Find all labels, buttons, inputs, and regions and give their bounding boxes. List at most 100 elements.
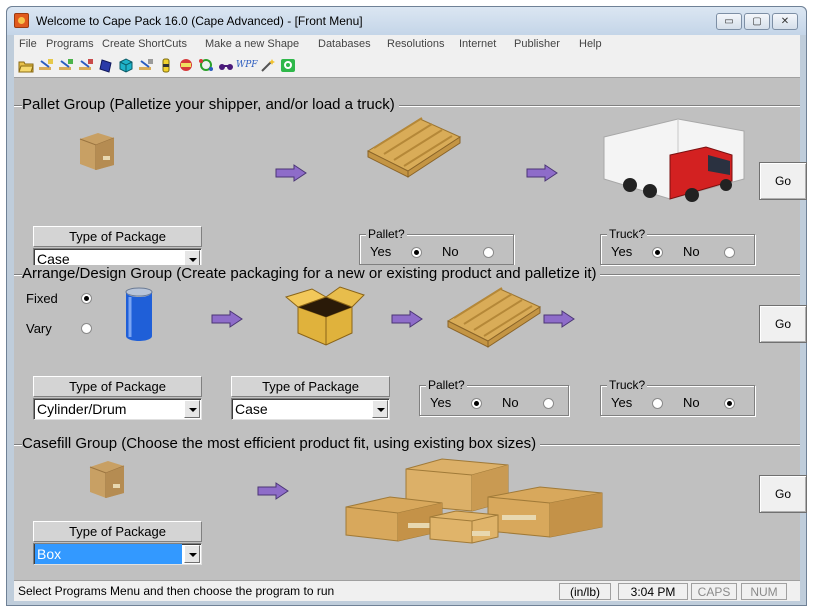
status-units: (in/lb)	[559, 583, 611, 600]
fixed-label: Fixed	[26, 291, 58, 306]
arrow-right-icon	[543, 310, 575, 328]
pallet-yes-label: Yes	[370, 244, 392, 259]
bottle-icon[interactable]	[158, 58, 174, 73]
client-area: File Programs Create ShortCuts Make a ne…	[14, 35, 807, 601]
arrange-group-go-button[interactable]: Go	[759, 305, 807, 343]
truck-no-label: No	[683, 244, 700, 259]
close-icon: ✕	[780, 16, 790, 27]
toolbar: WPF	[14, 54, 800, 78]
pallet-2-icon[interactable]	[178, 58, 194, 73]
truck-no-radio[interactable]	[724, 247, 735, 258]
chevron-down-icon[interactable]	[372, 400, 388, 418]
status-num: NUM	[741, 583, 787, 600]
truck-yes-label: Yes	[611, 395, 633, 410]
casefill-tool-icon[interactable]	[138, 58, 154, 73]
pallet-yes-radio[interactable]	[411, 247, 422, 258]
truck-yes-radio[interactable]	[652, 398, 663, 409]
vary-radio[interactable]	[81, 323, 92, 334]
glasses-icon[interactable]	[218, 58, 234, 73]
menu-programs[interactable]: Programs	[46, 38, 94, 50]
arrow-right-icon	[526, 164, 558, 182]
wpf-icon[interactable]: WPF	[236, 60, 258, 70]
pallet-no-radio[interactable]	[483, 247, 494, 258]
arrange-type-of-package-label-2: Type of Package	[231, 376, 390, 397]
arrow-right-icon	[391, 310, 423, 328]
wizard-wand-icon[interactable]	[260, 58, 276, 73]
arrange-type-of-package-dropdown-1[interactable]: Cylinder/Drum	[33, 398, 202, 420]
design-tool-icon[interactable]	[78, 58, 94, 73]
pallet-no-label: No	[502, 395, 519, 410]
arrow-right-icon	[211, 310, 243, 328]
open-box-image	[284, 286, 365, 346]
menu-file[interactable]: File	[19, 38, 37, 50]
arrow-right-icon	[257, 482, 289, 500]
pallet-legend: Pallet?	[366, 227, 407, 241]
cape-pack-app-icon[interactable]	[14, 13, 29, 28]
cardboard-box-image	[79, 133, 115, 170]
shape-tool-icon[interactable]	[98, 58, 114, 73]
menu-internet[interactable]: Internet	[459, 38, 496, 50]
menu-publisher[interactable]: Publisher	[514, 38, 560, 50]
arrange-type-of-package-value-2: Case	[235, 401, 268, 417]
truck-no-radio[interactable]	[724, 398, 735, 409]
arrange-type-of-package-value-1: Cylinder/Drum	[37, 401, 127, 417]
pallet-group-go-button[interactable]: Go	[759, 162, 807, 200]
box-3d-icon[interactable]	[118, 58, 134, 73]
arrange-tool-icon[interactable]	[58, 58, 74, 73]
arrange-type-of-package-dropdown-2[interactable]: Case	[231, 398, 390, 420]
app-window: Welcome to Cape Pack 16.0 (Cape Advanced…	[6, 6, 807, 606]
truck-legend: Truck?	[607, 227, 648, 241]
cardboard-box-image	[89, 461, 125, 498]
truck-no-label: No	[683, 395, 700, 410]
pallet-group-truck-options: Truck? Yes No	[600, 227, 755, 265]
pallet-yes-radio[interactable]	[471, 398, 482, 409]
status-time: 3:04 PM	[618, 583, 688, 600]
menu-bar: File Programs Create ShortCuts Make a ne…	[14, 35, 800, 54]
open-folder-icon[interactable]	[18, 58, 34, 73]
truck-yes-label: Yes	[611, 244, 633, 259]
pallet-no-label: No	[442, 244, 459, 259]
status-message: Select Programs Menu and then choose the…	[18, 584, 335, 598]
maximize-icon: ▢	[752, 16, 762, 27]
chevron-down-icon[interactable]	[184, 400, 200, 418]
network-icon[interactable]	[198, 58, 214, 73]
minimize-button[interactable]: ▭	[716, 13, 742, 30]
title-bar[interactable]: Welcome to Cape Pack 16.0 (Cape Advanced…	[7, 7, 806, 35]
pallet-image	[366, 117, 462, 178]
pallet-yes-label: Yes	[430, 395, 452, 410]
window-title: Welcome to Cape Pack 16.0 (Cape Advanced…	[36, 14, 363, 28]
pallet-no-radio[interactable]	[543, 398, 554, 409]
blue-can-image	[125, 287, 153, 341]
arrange-group-title: Arrange/Design Group (Create packaging f…	[22, 265, 601, 282]
casefill-type-of-package-dropdown[interactable]: Box	[33, 543, 202, 565]
pallet-group-pallet-options: Pallet? Yes No	[359, 227, 514, 265]
casefill-type-of-package-value: Box	[35, 544, 182, 564]
maximize-button[interactable]: ▢	[744, 13, 770, 30]
menu-help[interactable]: Help	[579, 38, 602, 50]
minimize-icon: ▭	[724, 16, 734, 27]
menu-resolutions[interactable]: Resolutions	[387, 38, 444, 50]
truck-yes-radio[interactable]	[652, 247, 663, 258]
casefill-type-of-package-label: Type of Package	[33, 521, 202, 542]
truck-image	[603, 118, 745, 202]
chevron-down-icon[interactable]	[184, 545, 200, 563]
status-bar: Select Programs Menu and then choose the…	[14, 580, 800, 601]
casefill-group-go-button[interactable]: Go	[759, 475, 807, 513]
menu-databases[interactable]: Databases	[318, 38, 371, 50]
pallet-image	[446, 287, 542, 348]
menu-make-new-shape[interactable]: Make a new Shape	[205, 38, 299, 50]
arrange-type-of-package-label-1: Type of Package	[33, 376, 202, 397]
menu-create-shortcuts[interactable]: Create ShortCuts	[102, 38, 187, 50]
fixed-radio[interactable]	[81, 293, 92, 304]
pallet-group-title: Pallet Group (Palletize your shipper, an…	[22, 96, 399, 113]
arrange-group-pallet-options: Pallet? Yes No	[419, 378, 569, 416]
casefill-group-title: Casefill Group (Choose the most efficien…	[22, 435, 541, 452]
pallet-tool-icon[interactable]	[38, 58, 54, 73]
arrange-group-truck-options: Truck? Yes No	[600, 378, 755, 416]
arrow-right-icon	[275, 164, 307, 182]
vary-label: Vary	[26, 321, 52, 336]
truck-legend: Truck?	[607, 378, 648, 392]
close-button[interactable]: ✕	[772, 13, 798, 30]
pallet-type-of-package-label: Type of Package	[33, 226, 202, 247]
green-square-icon[interactable]	[280, 58, 296, 73]
